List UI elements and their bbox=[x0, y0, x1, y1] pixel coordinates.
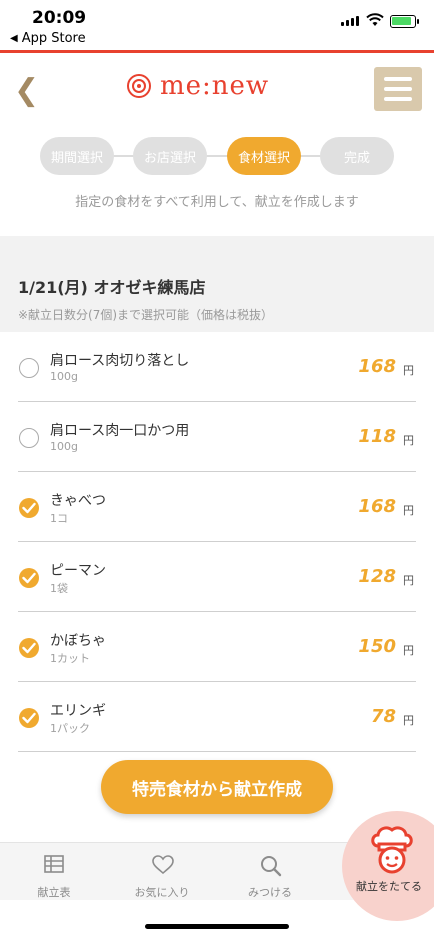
signal-icon bbox=[341, 16, 359, 26]
item-name: ピーマン bbox=[50, 563, 106, 579]
app-header: ❮ me:new bbox=[0, 53, 434, 125]
checked-radio-icon[interactable] bbox=[19, 498, 39, 518]
item-name: きゃべつ bbox=[50, 493, 106, 509]
battery-icon bbox=[390, 15, 419, 28]
chef-icon bbox=[371, 826, 413, 874]
step-store: お店選択 bbox=[133, 137, 207, 175]
store-section: 1/21(月) オオゼキ練馬店 ※献立日数分(7個)まで選択可能（価格は税抜） bbox=[0, 236, 434, 332]
item-name: 肩ロース肉切り落とし bbox=[50, 353, 190, 369]
step-ingredients: 食材選択 bbox=[227, 137, 301, 175]
step-indicator: 期間選択 お店選択 食材選択 完成 bbox=[40, 137, 395, 175]
heart-icon bbox=[152, 855, 174, 875]
selection-note: ※献立日数分(7個)まで選択可能（価格は税抜） bbox=[18, 308, 274, 322]
back-to-app-store[interactable]: ◀ App Store bbox=[10, 31, 86, 46]
item-price: 78 bbox=[370, 706, 396, 727]
step-complete: 完成 bbox=[320, 137, 394, 175]
item-price: 168 bbox=[358, 496, 396, 517]
tab-search[interactable]: みつける bbox=[216, 843, 324, 901]
yen-unit: 円 bbox=[403, 714, 414, 727]
wifi-icon bbox=[366, 13, 384, 26]
flower-logo-icon bbox=[127, 74, 151, 98]
tab-menu-table[interactable]: 献立表 bbox=[0, 843, 108, 901]
item-price: 150 bbox=[358, 636, 396, 657]
checked-radio-icon[interactable] bbox=[19, 708, 39, 728]
tab-label: 献立をたてる bbox=[356, 880, 422, 893]
tab-label: お気に入り bbox=[134, 886, 190, 899]
item-qty: 100g bbox=[50, 440, 78, 453]
checked-radio-icon[interactable] bbox=[19, 568, 39, 588]
list-item[interactable]: きゃべつ 1コ 168 円 bbox=[0, 472, 434, 542]
item-qty: 1コ bbox=[50, 512, 68, 525]
back-triangle-icon: ◀ bbox=[10, 33, 18, 44]
back-app-label: App Store bbox=[21, 31, 86, 46]
logo: me:new bbox=[126, 71, 269, 101]
unchecked-radio-icon[interactable] bbox=[19, 358, 39, 378]
item-price: 168 bbox=[358, 356, 396, 377]
step-period: 期間選択 bbox=[40, 137, 114, 175]
table-icon bbox=[44, 855, 64, 873]
list-item[interactable]: エリンギ 1パック 78 円 bbox=[0, 682, 434, 752]
tab-favorites[interactable]: お気に入り bbox=[108, 843, 216, 901]
search-icon bbox=[261, 856, 282, 877]
list-item[interactable]: 肩ロース肉一口かつ用 100g 118 円 bbox=[0, 402, 434, 472]
item-price: 128 bbox=[358, 566, 396, 587]
item-name: エリンギ bbox=[50, 703, 106, 719]
instruction-text: 指定の食材をすべて利用して、献立を作成します bbox=[75, 195, 359, 210]
yen-unit: 円 bbox=[403, 644, 414, 657]
yen-unit: 円 bbox=[403, 504, 414, 517]
divider bbox=[18, 751, 416, 752]
checked-radio-icon[interactable] bbox=[19, 638, 39, 658]
yen-unit: 円 bbox=[403, 574, 414, 587]
item-name: 肩ロース肉一口かつ用 bbox=[50, 423, 190, 439]
yen-unit: 円 bbox=[403, 364, 414, 377]
status-time: 20:09 bbox=[32, 8, 87, 28]
create-menu-button[interactable]: 特売食材から献立作成 bbox=[101, 760, 333, 814]
tab-label: みつける bbox=[248, 886, 292, 899]
item-price: 118 bbox=[358, 426, 396, 447]
item-qty: 1パック bbox=[50, 722, 90, 735]
yen-unit: 円 bbox=[403, 434, 414, 447]
logo-text: me:new bbox=[160, 71, 270, 101]
item-qty: 1袋 bbox=[50, 582, 68, 595]
back-chevron-icon[interactable]: ❮ bbox=[14, 73, 39, 108]
store-title: 1/21(月) オオゼキ練馬店 bbox=[18, 278, 206, 297]
item-qty: 100g bbox=[50, 370, 78, 383]
list-item[interactable]: ピーマン 1袋 128 円 bbox=[0, 542, 434, 612]
item-name: かぼちゃ bbox=[50, 633, 106, 649]
item-qty: 1カット bbox=[50, 652, 90, 665]
unchecked-radio-icon[interactable] bbox=[19, 428, 39, 448]
list-item[interactable]: 肩ロース肉切り落とし 100g 168 円 bbox=[0, 332, 434, 402]
hamburger-menu-icon[interactable] bbox=[374, 67, 422, 111]
list-item[interactable]: かぼちゃ 1カット 150 円 bbox=[0, 612, 434, 682]
status-bar: 20:09 ◀ App Store bbox=[0, 0, 434, 50]
home-indicator[interactable] bbox=[145, 924, 289, 929]
tab-label: 献立表 bbox=[37, 886, 71, 899]
